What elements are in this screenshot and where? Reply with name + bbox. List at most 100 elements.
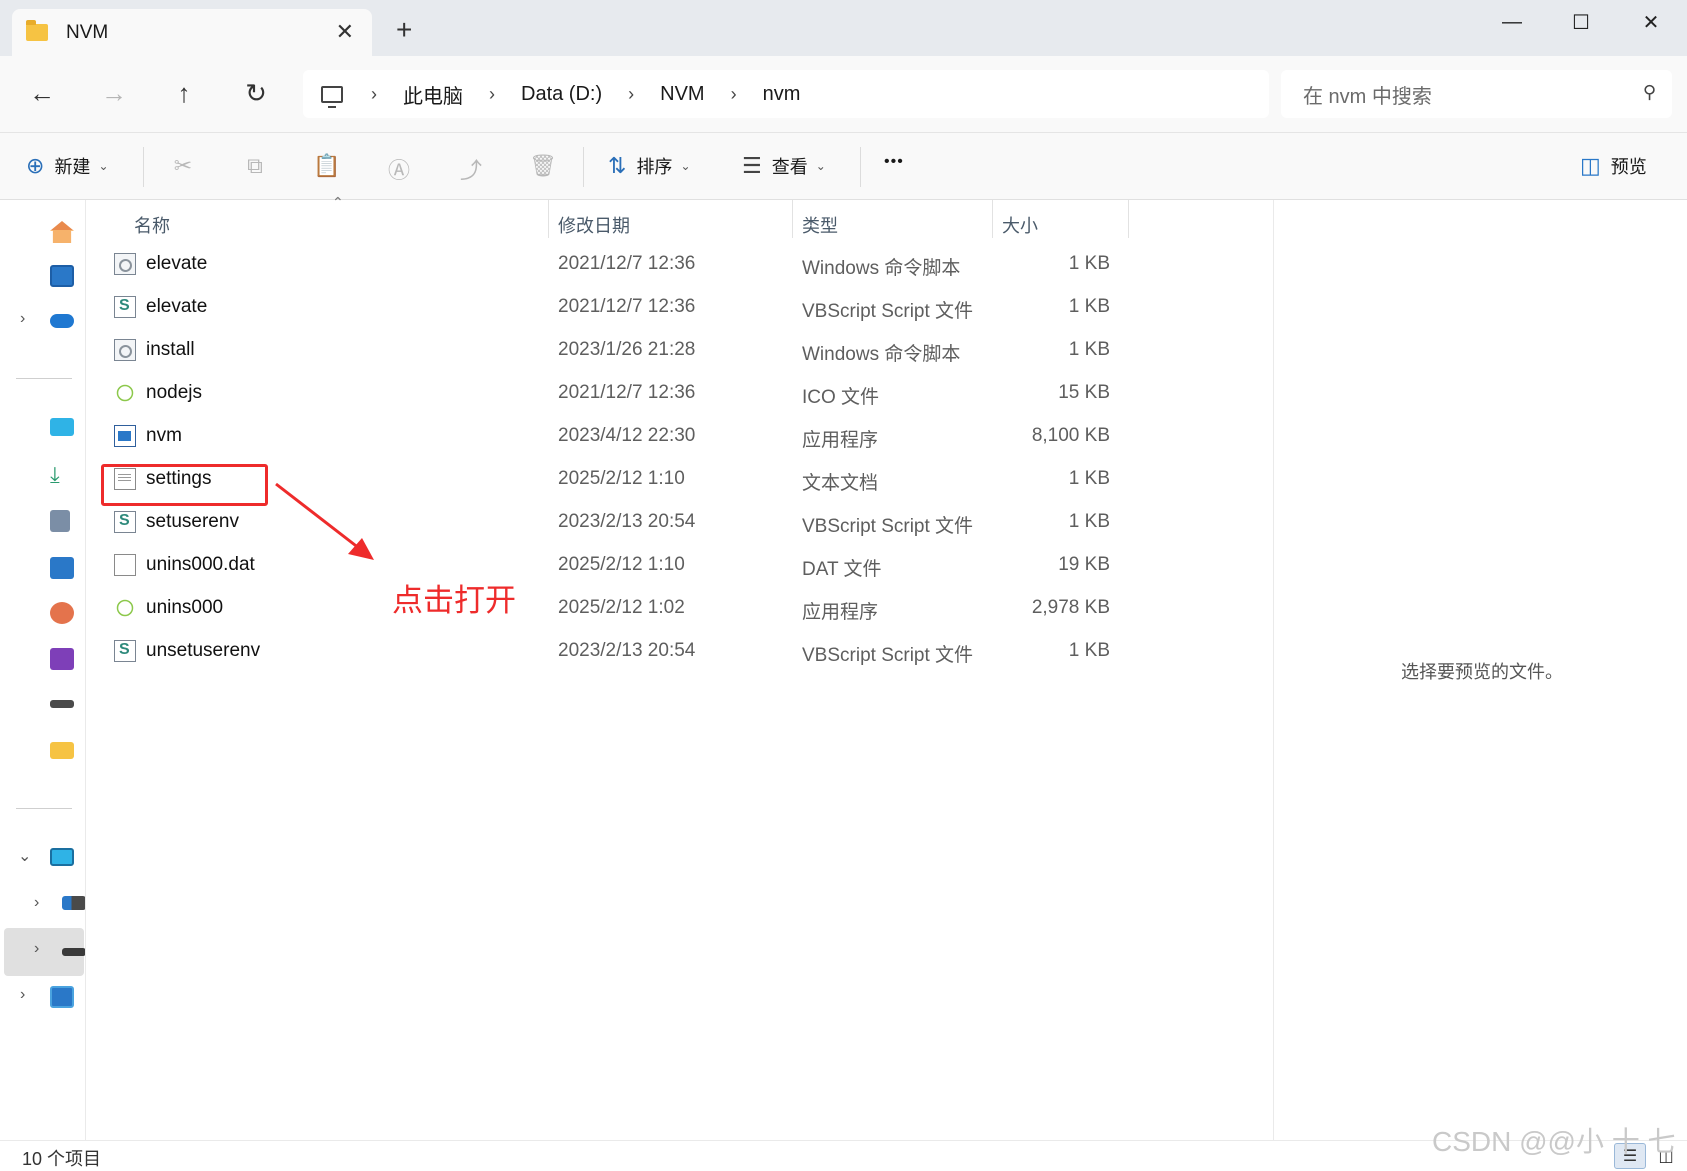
column-date[interactable]: 修改日期 (558, 212, 630, 238)
address-bar[interactable]: › 此电脑 › Data (D:) › NVM › nvm (303, 70, 1269, 118)
file-date: 2021/12/7 12:36 (558, 253, 696, 274)
sidebar-item-videos[interactable] (0, 640, 85, 680)
file-row-9[interactable]: unins000 2025/2/12 1:02 应用程序 2,978 KB (110, 588, 1110, 628)
file-name[interactable]: nvm (146, 425, 182, 447)
chevron-right-icon[interactable]: › (371, 84, 377, 105)
sidebar-item-folder[interactable] (0, 732, 85, 772)
rename-icon[interactable]: Ⓐ (384, 153, 414, 185)
divider (16, 378, 72, 379)
file-row-1[interactable]: elevate 2021/12/7 12:36 Windows 命令脚本 1 KB (110, 244, 1110, 284)
column-divider[interactable] (1128, 200, 1129, 238)
column-divider[interactable] (548, 200, 549, 238)
file-name[interactable]: nodejs (146, 382, 202, 404)
tab-close-icon[interactable]: ✕ (336, 19, 354, 45)
delete-icon[interactable]: 🗑 (528, 153, 558, 179)
sidebar-item-data-drive[interactable]: › (0, 932, 85, 972)
file-size: 1 KB (1068, 296, 1110, 317)
forward-button[interactable]: → (96, 78, 132, 109)
file-row-10[interactable]: unsetuserenv 2023/2/13 20:54 VBScript Scri… (110, 631, 1110, 671)
column-divider[interactable] (992, 200, 993, 238)
sidebar-item-pictures[interactable] (0, 548, 85, 588)
folder-icon (26, 20, 48, 41)
cut-icon[interactable]: ✂ (168, 153, 198, 179)
vbscript-icon (114, 511, 136, 533)
column-divider[interactable] (792, 200, 793, 238)
sidebar-item-desktop[interactable] (0, 410, 85, 450)
sidebar-item-documents[interactable] (0, 502, 85, 542)
file-row-8[interactable]: unins000.dat 2025/2/12 1:10 DAT 文件 19 KB (110, 545, 1110, 585)
breadcrumb-this-pc[interactable]: 此电脑 (403, 80, 463, 109)
breadcrumb-data-drive[interactable]: Data (D:) (521, 83, 602, 106)
this-pc-icon[interactable] (321, 85, 343, 108)
file-name[interactable]: unsetuserenv (146, 640, 260, 662)
file-type: ICO 文件 (802, 387, 880, 408)
file-row-7[interactable]: setuserenv 2023/2/13 20:54 VBScript Script… (110, 502, 1110, 542)
back-button[interactable]: ← (24, 78, 60, 109)
sidebar-item-music[interactable] (0, 594, 85, 634)
copy-icon[interactable]: ⧉ (240, 153, 270, 179)
annotation-text: 点击打开 (392, 583, 516, 618)
file-type: VBScript Script 文件 (802, 645, 974, 666)
maximize-button[interactable]: ☐ (1551, 6, 1611, 38)
chevron-down-icon[interactable]: ⌄ (18, 846, 31, 866)
refresh-button[interactable]: ↻ (238, 78, 274, 109)
drive-icon (50, 700, 74, 708)
new-button[interactable]: ⊕ 新建 ⌄ (26, 153, 109, 179)
paste-icon[interactable]: 📋 (312, 153, 342, 179)
chevron-right-icon[interactable]: › (34, 940, 39, 958)
view-button[interactable]: ☰ 查看 ⌄ (742, 153, 826, 179)
minimize-button[interactable]: — (1482, 6, 1542, 38)
chevron-right-icon[interactable]: › (628, 84, 634, 105)
sidebar-item-onedrive[interactable]: › (0, 302, 85, 342)
new-tab-button[interactable]: + (396, 14, 412, 46)
chevron-right-icon[interactable]: › (20, 310, 25, 328)
file-date: 2023/2/13 20:54 (558, 640, 696, 661)
search-icon[interactable]: ⚲ (1643, 82, 1656, 103)
sidebar-item-network[interactable]: › (0, 978, 85, 1018)
sidebar-item-downloads[interactable]: ⤓ (0, 456, 85, 496)
tab-nvm[interactable]: NVM ✕ (12, 9, 372, 56)
file-row-4[interactable]: nodejs 2021/12/7 12:36 ICO 文件 15 KB (110, 373, 1110, 413)
breadcrumb-nvm[interactable]: nvm (763, 83, 801, 106)
more-options-button[interactable]: ••• (884, 153, 904, 171)
share-icon[interactable]: ⤴ (456, 153, 486, 185)
sort-icon: ⇅ (608, 153, 627, 178)
vbscript-icon (114, 640, 136, 662)
sidebar-item-this-pc[interactable]: ⌄ (0, 840, 85, 880)
column-size[interactable]: 大小 (1002, 212, 1038, 238)
sidebar-item-system-drive[interactable]: › (0, 886, 85, 926)
file-name[interactable]: elevate (146, 253, 207, 275)
search-box[interactable]: 在 nvm 中搜索 ⚲ (1281, 70, 1672, 118)
sort-button[interactable]: ⇅ 排序 ⌄ (608, 153, 691, 179)
breadcrumb-nvm-parent[interactable]: NVM (660, 83, 704, 106)
sidebar-item-drive[interactable] (0, 686, 85, 726)
up-button[interactable]: ↑ (166, 78, 202, 109)
file-type: 应用程序 (802, 602, 879, 623)
chevron-down-icon: ⌄ (680, 159, 691, 173)
preview-toggle-button[interactable]: ◫ 预览 (1580, 153, 1647, 179)
chevron-right-icon[interactable]: › (20, 986, 25, 1004)
network-icon (50, 986, 74, 1008)
file-name[interactable]: setuserenv (146, 511, 239, 533)
sidebar-item-gallery[interactable] (0, 256, 85, 296)
file-row-3[interactable]: install 2023/1/26 21:28 Windows 命令脚本 1 KB (110, 330, 1110, 370)
file-type: Windows 命令脚本 (802, 258, 961, 279)
windows-drive-icon (62, 896, 85, 910)
chevron-right-icon[interactable]: › (489, 84, 495, 105)
column-name[interactable]: 名称 (134, 212, 170, 238)
search-placeholder[interactable]: 在 nvm 中搜索 (1303, 80, 1432, 109)
chevron-right-icon[interactable]: › (731, 84, 737, 105)
file-name[interactable]: install (146, 339, 195, 361)
close-window-button[interactable]: ✕ (1621, 6, 1681, 38)
file-name[interactable]: elevate (146, 296, 207, 318)
column-type[interactable]: 类型 (802, 212, 838, 238)
sidebar-item-home[interactable] (0, 212, 85, 252)
file-name[interactable]: unins000.dat (146, 554, 255, 576)
file-name[interactable]: unins000 (146, 597, 223, 619)
file-row-2[interactable]: elevate 2021/12/7 12:36 VBScript Script 文件… (110, 287, 1110, 327)
file-list: 名称 ⌃ 修改日期 类型 大小 elevate 2021/12/7 12:36 Wi… (86, 194, 1273, 1140)
file-size: 2,978 KB (1031, 597, 1110, 618)
dat-file-icon (114, 554, 136, 576)
file-row-5[interactable]: nvm 2023/4/12 22:30 应用程序 8,100 KB (110, 416, 1110, 456)
chevron-right-icon[interactable]: › (34, 894, 39, 912)
